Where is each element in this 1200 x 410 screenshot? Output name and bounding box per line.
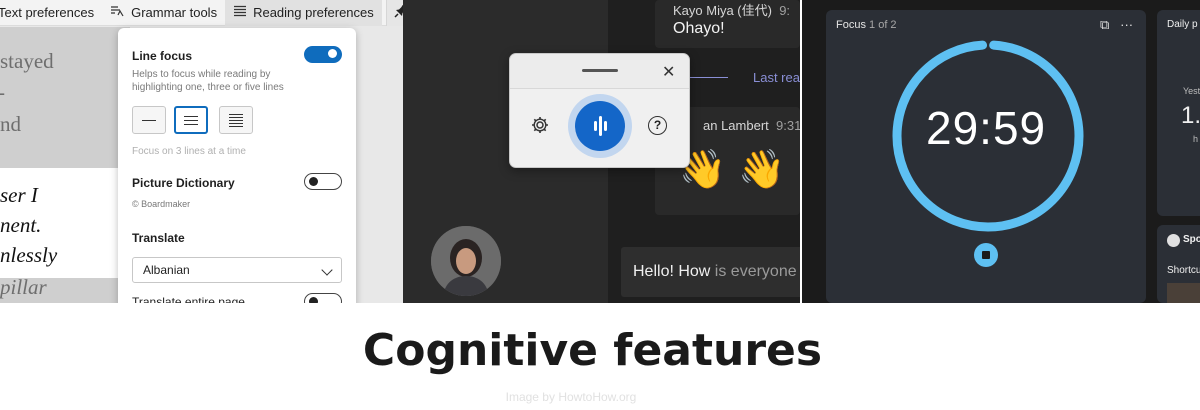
text-preferences-label: Text preferences (0, 5, 95, 20)
translate-title: Translate (132, 231, 185, 245)
line-focus-one-button[interactable] (132, 106, 166, 134)
boardmaker-credit: © Boardmaker (132, 199, 191, 209)
pop-out-icon[interactable]: ⧉ (1100, 17, 1109, 32)
focus-session-panel: Focus 1 of 2 ⧉ ··· 29:59 Daily p Yeste 1… (802, 0, 1200, 303)
yesterday-label: Yeste (1183, 86, 1200, 96)
image-credit: Image by HowtoHow.org (505, 390, 637, 404)
reading-preferences-tab[interactable]: Reading preferences (225, 0, 382, 26)
last-read-divider (690, 77, 728, 78)
help-icon[interactable]: ? (648, 116, 667, 135)
microphone-button[interactable] (575, 101, 625, 151)
line-focus-description: Helps to focus while reading by highligh… (132, 69, 284, 93)
reading-lines-icon (233, 5, 247, 20)
voice-typing-titlebar[interactable]: ✕ (510, 54, 689, 89)
reader-toolbar: Text preferences Grammar tools Reading p… (0, 0, 403, 26)
pin-icon (394, 4, 403, 21)
waving-hand-emoji: 👋 (738, 149, 786, 191)
line-focus-three-button[interactable] (174, 106, 208, 134)
spotify-label: Spo (1183, 234, 1200, 245)
text-preferences-tab[interactable]: Text preferences (0, 0, 102, 26)
line-focus-five-button[interactable] (219, 106, 253, 134)
message-text: Ohayo! (673, 20, 725, 37)
reader-text-line: - (0, 80, 5, 105)
shortcuts-label: Shortcu (1167, 265, 1200, 276)
grammar-icon (110, 5, 125, 20)
immersive-reader-panel: Text preferences Grammar tools Reading p… (0, 0, 403, 303)
picture-dictionary-toggle[interactable] (304, 173, 342, 190)
spotify-card: Spo Shortcu (1157, 225, 1200, 303)
playlist-thumbnail[interactable] (1167, 283, 1200, 303)
reading-preferences-panel: Line focus Helps to focus while reading … (118, 28, 356, 303)
close-icon[interactable]: ✕ (662, 62, 675, 82)
focus-title: Focus 1 of 2 (836, 19, 897, 31)
reader-text-line: pillar (0, 275, 47, 299)
compose-text[interactable]: Hello! How is everyone (633, 263, 797, 281)
translate-entire-page-label: Translate entire page (132, 295, 245, 303)
focus-card-actions: ⧉ ··· (1100, 17, 1133, 33)
chevron-down-icon (321, 264, 333, 276)
chat-voice-typing-panel: Kayo Miya (佳代) 9: Ohayo! Last rea an Lam… (403, 0, 800, 303)
language-value: Albanian (143, 263, 190, 277)
caption-title: Cognitive features (362, 325, 823, 376)
message-sender: Kayo Miya (佳代) 9: (673, 3, 791, 18)
avatar (431, 226, 501, 296)
daily-progress-title: Daily p (1167, 19, 1198, 30)
last-read-label: Last rea (753, 70, 800, 85)
line-focus-toggle[interactable] (304, 46, 342, 63)
language-select[interactable]: Albanian (132, 257, 342, 283)
focus-timer: 29:59 (926, 102, 1047, 154)
reader-text-line: stayed (0, 49, 54, 73)
reader-text-line: nlessly (0, 243, 58, 267)
line-focus-title: Line focus (132, 49, 193, 63)
spotify-icon (1167, 234, 1180, 247)
translate-entire-page-toggle[interactable] (304, 293, 342, 303)
feature-collage: Text preferences Grammar tools Reading p… (0, 0, 1200, 410)
line-focus-hint: Focus on 3 lines at a time (132, 146, 246, 157)
drag-handle[interactable] (582, 69, 618, 72)
voice-typing-window: ✕ ? (509, 53, 690, 168)
reader-text-line: ser I (0, 183, 38, 207)
grammar-tools-label: Grammar tools (131, 5, 218, 20)
picture-dictionary-title: Picture Dictionary (132, 176, 235, 190)
daily-unit: h (1193, 134, 1199, 144)
settings-gear-icon[interactable] (530, 115, 550, 140)
pin-button[interactable] (385, 0, 403, 26)
more-options-icon[interactable]: ··· (1120, 17, 1133, 32)
daily-progress-card: Daily p Yeste 1. h (1157, 10, 1200, 216)
message-sender: an Lambert 9:31 A (703, 118, 800, 133)
reading-preferences-label: Reading preferences (253, 5, 374, 20)
stop-icon (982, 251, 990, 259)
daily-value: 1. (1181, 102, 1200, 129)
reader-text-line: nd (0, 112, 21, 136)
stop-button[interactable] (974, 243, 998, 267)
grammar-tools-tab[interactable]: Grammar tools (102, 0, 225, 26)
reader-text-line: nent. (0, 213, 42, 237)
